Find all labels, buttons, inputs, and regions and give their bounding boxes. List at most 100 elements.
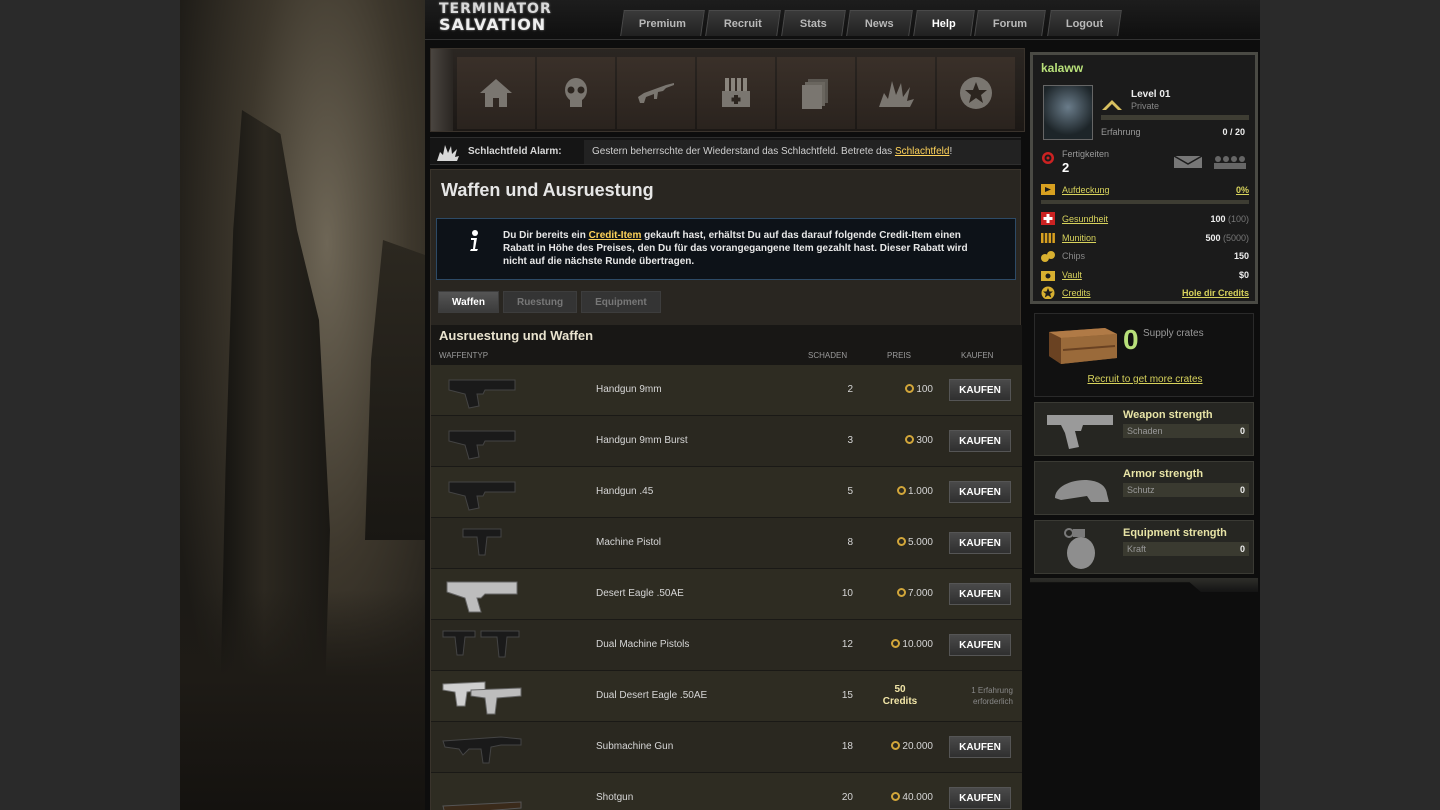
table-row: Handgun 9mm Burst 3 300 KAUFEN — [431, 416, 1022, 467]
tab-weapons[interactable]: Waffen — [438, 291, 499, 313]
grenade-icon — [1064, 528, 1095, 569]
weapon-price: 10.000 — [871, 639, 933, 650]
equipment-strength: Equipment strength Kraft 0 — [1034, 520, 1254, 574]
weapon-strength: Weapon strength Schaden 0 — [1034, 402, 1254, 456]
buy-button[interactable]: KAUFEN — [949, 532, 1011, 554]
credit-item-link[interactable]: Credit-Item — [589, 230, 642, 241]
stat-value-current: 150 — [1233, 251, 1249, 261]
weapon-damage: 5 — [847, 486, 853, 497]
armor-strength-title: Armor strength — [1123, 468, 1204, 480]
page-title: Waffen und Ausruestung — [441, 180, 654, 200]
stat-value-max: (5000) — [1222, 232, 1249, 243]
stat-value[interactable]: Hole dir Credits — [1182, 288, 1249, 298]
main-nav: Premium Recruit Stats News Help Forum Lo… — [620, 10, 1122, 36]
weapon-strength-value: 0 — [1239, 426, 1245, 436]
column-header-buy: KAUFEN — [961, 351, 994, 360]
stat-label[interactable]: Gesundheit — [1062, 214, 1108, 224]
coin-icon — [891, 639, 901, 648]
equipment-strength-bar: Kraft 0 — [1123, 542, 1249, 556]
ammo-crate-icon[interactable] — [697, 57, 775, 129]
cards-icon[interactable] — [777, 57, 855, 129]
avatar[interactable] — [1043, 85, 1093, 140]
buy-button[interactable]: KAUFEN — [949, 430, 1011, 452]
nav-logout[interactable]: Logout — [1046, 10, 1122, 36]
coin-icon — [905, 435, 915, 444]
buy-button[interactable]: KAUFEN — [949, 481, 1011, 503]
credit-unit: Credits — [882, 696, 918, 707]
weapon-image — [442, 681, 522, 715]
column-header-type: WAFFENTYP — [439, 351, 489, 360]
weapon-image — [442, 630, 520, 658]
recon-link[interactable]: Aufdeckung — [1062, 185, 1110, 195]
stat-row-chips: Chips 150 — [1041, 249, 1249, 263]
nav-help[interactable]: Help — [912, 10, 975, 36]
nav-premium[interactable]: Premium — [620, 10, 705, 36]
star-badge-icon[interactable] — [937, 57, 1015, 129]
nav-forum[interactable]: Forum — [974, 10, 1047, 36]
buy-button[interactable]: KAUFEN — [949, 634, 1011, 656]
buy-button[interactable]: KAUFEN — [949, 583, 1011, 605]
weapon-damage: 15 — [841, 690, 853, 701]
home-icon[interactable] — [457, 57, 535, 129]
username[interactable]: kalaww — [1041, 61, 1083, 75]
info-icon — [470, 230, 478, 251]
table-row: Desert Eagle .50AE 10 7.000 KAUFEN — [431, 569, 1022, 620]
weapon-price-value: 10.000 — [902, 639, 933, 650]
nav-recruit[interactable]: Recruit — [705, 10, 781, 36]
health-cross-icon — [1041, 212, 1055, 225]
nav-news[interactable]: News — [846, 10, 913, 36]
buy-button[interactable]: KAUFEN — [949, 736, 1011, 758]
weapon-image — [448, 430, 516, 460]
profile-panel: kalaww Level 01 Private Erfahrung 0 / 20… — [1030, 52, 1258, 304]
explosion-icon[interactable] — [857, 57, 935, 129]
table-row: Machine Pistol 8 5.000 KAUFEN — [431, 518, 1022, 569]
crate-icon — [1049, 328, 1117, 364]
alarm-suffix: ! — [949, 146, 953, 157]
mail-icon[interactable] — [1173, 155, 1203, 169]
coin-icon — [896, 537, 906, 546]
recon-bar — [1041, 200, 1249, 204]
recruit-crates-link[interactable]: Recruit to get more crates — [1035, 374, 1255, 385]
stat-value: 100 (100) — [1210, 214, 1249, 224]
weapon-price: 7.000 — [871, 588, 933, 599]
weapon-price-value: 1.000 — [907, 486, 933, 497]
xp-value: 0 / 20 — [1222, 127, 1245, 137]
battlefield-alarm: Schlachtfeld Alarm: Gestern beherrschte … — [430, 137, 1021, 165]
info-text: Du Dir bereits ein Credit-Item gekauft h… — [503, 229, 993, 268]
stat-label[interactable]: Munition — [1062, 233, 1096, 243]
weapon-credit-price: 50 Credits — [871, 684, 929, 708]
weapon-name: Machine Pistol — [596, 537, 662, 548]
skull-icon[interactable] — [537, 57, 615, 129]
buy-button[interactable]: KAUFEN — [949, 787, 1011, 809]
weapon-name: Handgun .45 — [596, 486, 654, 497]
nav-stats[interactable]: Stats — [781, 10, 846, 36]
stat-label[interactable]: Credits — [1062, 288, 1091, 298]
alliance-icon[interactable] — [1213, 155, 1247, 169]
buy-button[interactable]: KAUFEN — [949, 379, 1011, 401]
stat-value: 150 — [1234, 251, 1249, 261]
armor-strength: Armor strength Schutz 0 — [1034, 461, 1254, 515]
battlefield-link[interactable]: Schlachtfeld — [895, 146, 949, 157]
recon-value[interactable]: 0% — [1236, 185, 1249, 195]
game-logo[interactable]: TERMINATOR SALVATION — [439, 2, 599, 34]
stat-value-current: $0 — [1238, 269, 1249, 280]
tab-equipment[interactable]: Equipment — [581, 291, 661, 313]
weapon-damage: 3 — [847, 435, 853, 446]
weapon-price-value: 20.000 — [902, 741, 933, 752]
coin-icon — [905, 384, 915, 393]
alarm-text: Gestern beherrschte der Wiederstand das … — [592, 146, 895, 157]
table-row: Dual Desert Eagle .50AE 15 50 Credits 1 Er… — [431, 671, 1022, 722]
weapon-name: Handgun 9mm Burst — [596, 435, 688, 446]
skills-label: Fertigkeiten — [1062, 149, 1110, 159]
tab-armor[interactable]: Ruestung — [502, 291, 578, 313]
weapon-price: 20.000 — [871, 741, 933, 752]
game-frame: TERMINATOR SALVATION Premium Recruit Sta… — [180, 0, 1260, 810]
stat-label[interactable]: Vault — [1062, 270, 1082, 280]
category-tabs: Waffen Ruestung Equipment — [438, 291, 661, 313]
weapon-image — [462, 528, 502, 556]
rank: Private — [1131, 101, 1160, 111]
rifle-icon[interactable] — [617, 57, 695, 129]
weapon-name: Desert Eagle .50AE — [596, 588, 684, 599]
alarm-message: Gestern beherrschte der Wiederstand das … — [584, 140, 1021, 164]
main-panel: Waffen und Ausruestung Du Dir bereits ei… — [430, 169, 1022, 810]
